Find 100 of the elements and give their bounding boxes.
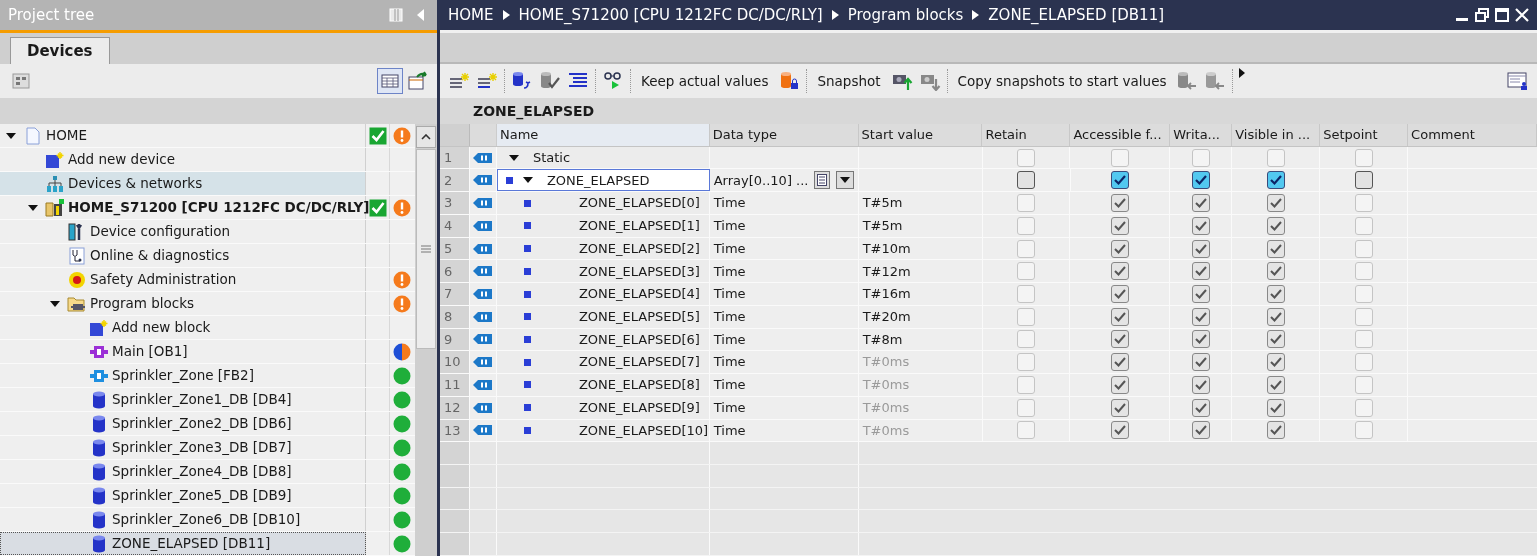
export-icon[interactable]: [407, 71, 429, 91]
table-row[interactable]: 10 ZONE_ELAPSED[7] Time T#0ms: [440, 351, 1537, 375]
variable-name[interactable]: ZONE_ELAPSED[6]: [578, 329, 700, 350]
start-value[interactable]: T#5m: [862, 216, 903, 236]
start-value[interactable]: T#12m: [862, 261, 911, 281]
database-icon: [92, 534, 106, 553]
variable-name[interactable]: ZONE_ELAPSED[4]: [578, 284, 700, 304]
table-row[interactable]: 9 ZONE_ELAPSED[6] Time T#8m: [440, 328, 1537, 352]
database-icon: [92, 390, 106, 409]
table-view-button[interactable]: [377, 68, 403, 94]
status-dot-icon: [393, 438, 411, 457]
status-dot-icon: [393, 390, 411, 409]
add-new-icon: [89, 318, 109, 337]
restore-icon[interactable]: [1475, 8, 1489, 22]
table-row[interactable]: 7 ZONE_ELAPSED[4] Time T#16m: [440, 283, 1537, 306]
column-header[interactable]: Visible in ...: [1232, 124, 1321, 146]
scroll-thumb[interactable]: [416, 149, 436, 349]
tag-icon: [472, 265, 493, 278]
column-header[interactable]: Name: [496, 124, 710, 146]
details-button[interactable]: [814, 171, 831, 190]
variable-name[interactable]: ZONE_ELAPSED[2]: [578, 238, 700, 259]
tree-item[interactable]: Devices & networks: [0, 172, 366, 195]
maximize-icon[interactable]: [1495, 8, 1509, 22]
data-type: Time: [713, 353, 746, 372]
variable-name[interactable]: ZONE_ELAPSED[9]: [578, 397, 700, 418]
more-arrow-icon[interactable]: [1239, 68, 1246, 78]
table-row[interactable]: 11 ZONE_ELAPSED[8] Time T#0ms: [440, 374, 1537, 397]
data-type: Time: [713, 398, 746, 417]
table-row[interactable]: 4 ZONE_ELAPSED[1] Time T#5m: [440, 214, 1537, 238]
toolbar-button[interactable]: Copy snapshots to start values: [953, 70, 1171, 92]
breadcrumb-link[interactable]: HOME: [448, 3, 494, 27]
scrollbar[interactable]: [415, 124, 437, 556]
variable-name[interactable]: ZONE_ELAPSED[0]: [578, 193, 700, 213]
breadcrumb-link[interactable]: Program blocks: [847, 3, 964, 27]
expand-arrow-icon[interactable]: [28, 204, 38, 211]
checkbox[interactable]: [1354, 171, 1373, 190]
column-header[interactable]: Start value: [858, 124, 983, 146]
checkbox[interactable]: [1110, 171, 1129, 190]
devices-tab[interactable]: Devices: [10, 37, 110, 64]
variable-name[interactable]: ZONE_ELAPSED[3]: [578, 261, 700, 281]
variable-name[interactable]: Static: [532, 147, 571, 168]
check-database-icon[interactable]: [539, 71, 561, 91]
dropdown-button[interactable]: [836, 171, 854, 190]
add-row-icon[interactable]: [476, 71, 498, 91]
expand-arrow-icon[interactable]: [6, 132, 16, 139]
window-user-icon[interactable]: [1507, 71, 1529, 91]
breadcrumb-link[interactable]: HOME_S71200 [CPU 1212FC DC/DC/RLY]: [518, 3, 823, 27]
start-value[interactable]: T#20m: [862, 307, 911, 327]
expand-arrow-icon[interactable]: [522, 177, 533, 184]
variable-name[interactable]: ZONE_ELAPSED[1]: [578, 216, 700, 236]
column-header[interactable]: Writa...: [1170, 124, 1233, 146]
expand-arrow-icon[interactable]: [508, 154, 519, 161]
warning-icon: [393, 270, 411, 289]
start-value[interactable]: T#16m: [862, 284, 911, 304]
start-value[interactable]: T#8m: [862, 329, 903, 350]
table-row[interactable]: 6 ZONE_ELAPSED[3] Time T#12m: [440, 260, 1537, 284]
column-header[interactable]: Data type: [709, 124, 859, 146]
database-copy-icon[interactable]: [1204, 71, 1227, 91]
variable-name[interactable]: ZONE_ELAPSED[10]: [578, 420, 709, 441]
tag-icon: [472, 242, 493, 255]
consistent-icon: [368, 126, 387, 145]
start-value[interactable]: T#5m: [862, 193, 903, 213]
table-row[interactable]: 13 ZONE_ELAPSED[10] Time T#0ms: [440, 419, 1537, 443]
column-header[interactable]: Accessible f...: [1070, 124, 1171, 146]
variable-name[interactable]: ZONE_ELAPSED[8]: [578, 375, 700, 395]
table-row[interactable]: 1 Static: [440, 146, 1537, 170]
database-lock-icon[interactable]: [778, 71, 801, 91]
expand-arrow-icon[interactable]: [50, 300, 60, 307]
toolbar-button[interactable]: Snapshot: [813, 70, 885, 92]
database-copy-icon[interactable]: [1176, 71, 1199, 91]
start-value[interactable]: T#10m: [862, 238, 911, 259]
insert-row-icon[interactable]: [448, 71, 470, 91]
column-header[interactable]: Setpoint: [1320, 124, 1409, 146]
data-type: Time: [713, 308, 746, 326]
close-icon[interactable]: [1515, 8, 1529, 22]
checkbox[interactable]: [1266, 171, 1285, 190]
line-number: 4: [440, 214, 470, 237]
checkbox[interactable]: [1191, 171, 1210, 190]
table-row[interactable]: 8 ZONE_ELAPSED[5] Time T#20m: [440, 305, 1537, 329]
variable-name[interactable]: ZONE_ELAPSED[5]: [578, 307, 700, 327]
database-icon[interactable]: [511, 71, 533, 91]
table-row[interactable]: 12 ZONE_ELAPSED[9] Time T#0ms: [440, 396, 1537, 420]
breadcrumb-link[interactable]: ZONE_ELAPSED [DB11]: [988, 3, 1165, 27]
table-row[interactable]: 5 ZONE_ELAPSED[2] Time T#10m: [440, 237, 1537, 261]
table-row[interactable]: 2 ZONE_ELAPSED Array[0..10] ...: [440, 169, 1537, 193]
column-header[interactable]: Comment: [1408, 124, 1537, 146]
caret-icon: [839, 177, 850, 184]
toolbar-button[interactable]: Keep actual values: [637, 70, 773, 92]
column-header[interactable]: Retain: [982, 124, 1071, 146]
scroll-up-button[interactable]: [416, 126, 436, 148]
status-dot-icon: [393, 534, 411, 553]
glasses-icon[interactable]: [602, 71, 624, 91]
table-row[interactable]: 3 ZONE_ELAPSED[0] Time T#5m: [440, 192, 1537, 215]
grid-icon[interactable]: [10, 71, 32, 91]
status-dot-icon: [393, 486, 411, 505]
checkbox[interactable]: [1017, 171, 1036, 190]
variable-name[interactable]: ZONE_ELAPSED[7]: [578, 352, 700, 372]
data-type: Time: [713, 239, 746, 258]
tree-item[interactable]: ZONE_ELAPSED [DB11]: [0, 532, 366, 555]
tag-icon: [472, 378, 493, 391]
